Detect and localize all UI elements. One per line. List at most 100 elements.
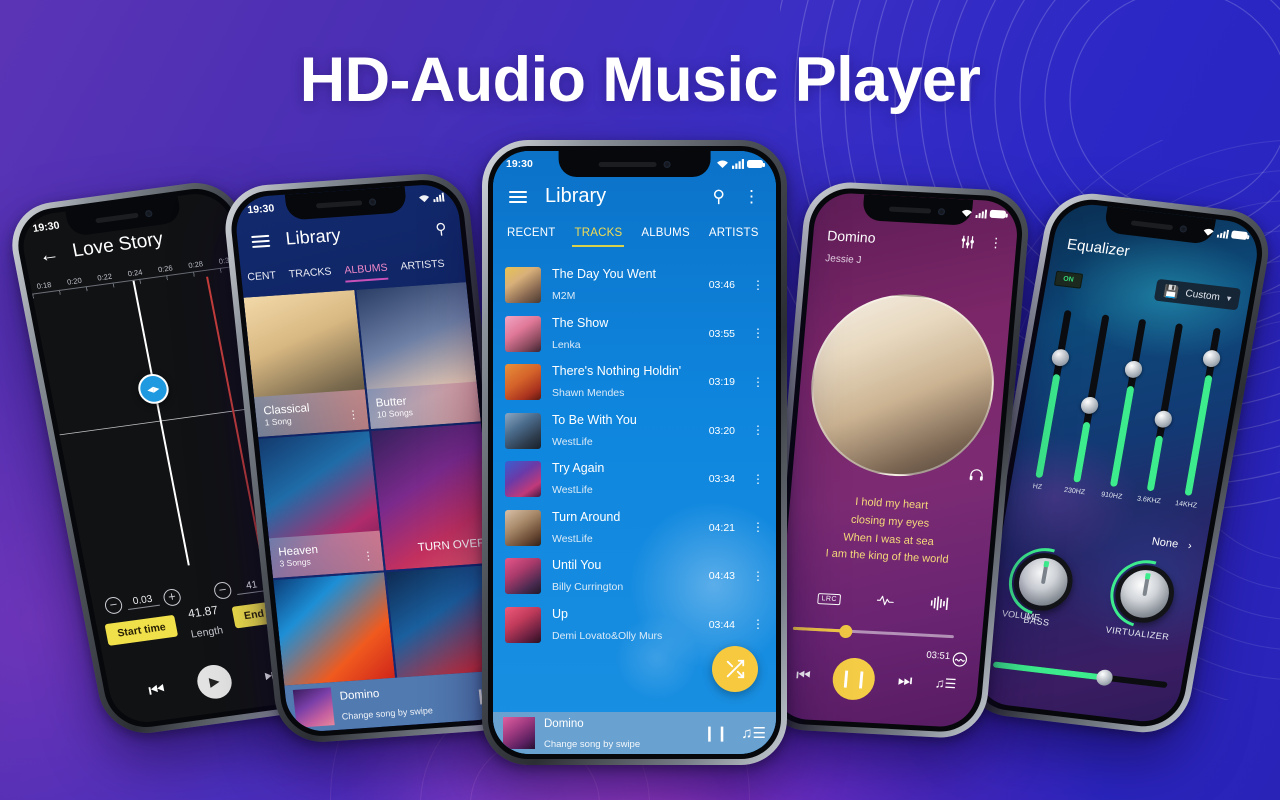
table-row[interactable]: Up Demi Lovato&Olly Murs 03:44 ⋮ (493, 601, 776, 650)
eq-slider-knob[interactable] (1050, 347, 1071, 367)
pause-icon[interactable]: ❙❙ (831, 656, 878, 702)
bass-knob[interactable] (997, 536, 1090, 628)
track-artist: WestLife (552, 484, 593, 497)
start-time-button[interactable]: Start time (104, 614, 179, 646)
more-vertical-icon[interactable]: ⋮ (743, 187, 760, 207)
eq-slider-track[interactable] (1184, 327, 1222, 496)
album-card[interactable]: TURN OVER (370, 423, 496, 571)
more-vertical-icon[interactable]: ⋮ (347, 409, 359, 422)
phone-now-playing: Domino Jessie J ⋮ I hold my heart closin… (759, 180, 1032, 740)
track-duration: 03:20 (708, 424, 735, 437)
eq-slider-knob[interactable] (1124, 360, 1144, 379)
ruler-tick: 0:26 (157, 263, 174, 275)
now-playing-art (292, 687, 335, 728)
more-vertical-icon[interactable]: ⋮ (362, 550, 374, 563)
equalizer-sliders-icon[interactable] (960, 234, 976, 250)
now-playing-bar[interactable]: Domino Change song by swipe ❙❙ ♫☰ (493, 712, 776, 754)
ruler-tick: 0:20 (66, 275, 83, 287)
table-row[interactable]: The Show Lenka 03:55 ⋮ (493, 310, 776, 359)
tab-albums[interactable]: ALBUMS (344, 262, 388, 277)
eq-slider-track[interactable] (1035, 309, 1072, 479)
waveform-icon[interactable] (876, 593, 895, 611)
track-title: Up (552, 606, 568, 621)
track-title: Try Again (552, 461, 605, 476)
status-time: 19:30 (31, 219, 61, 235)
status-time: 19:30 (246, 202, 275, 217)
album-card[interactable]: Heaven 3 Songs ⋮ (258, 431, 384, 579)
virtualizer-knob[interactable] (1098, 548, 1191, 640)
tab-recent[interactable]: RECENT (507, 227, 555, 239)
eq-slider-knob[interactable] (1079, 395, 1100, 415)
visualizer-bars-icon[interactable] (930, 596, 949, 614)
more-vertical-icon[interactable]: ⋮ (752, 376, 764, 387)
track-artist: WestLife (552, 435, 593, 448)
album-art-circle (803, 289, 1001, 481)
hamburger-menu-icon[interactable] (509, 188, 527, 206)
search-icon[interactable]: ⚲ (713, 187, 725, 207)
seek-knob[interactable] (838, 624, 854, 638)
more-vertical-icon[interactable]: ⋮ (752, 522, 764, 533)
player-feature-icons: LRC (781, 588, 985, 616)
headphone-icon[interactable] (968, 468, 984, 485)
table-row[interactable]: The Day You Went M2M 03:46 ⋮ (493, 261, 776, 310)
search-icon[interactable]: ⚲ (434, 219, 448, 238)
pause-icon[interactable]: ❙❙ (703, 724, 728, 742)
eq-slider-track[interactable] (1072, 314, 1110, 483)
eq-slider-track[interactable] (1147, 323, 1184, 492)
equalizer-toggle[interactable]: ON (1053, 270, 1083, 289)
eq-slider-knob[interactable] (1153, 409, 1174, 429)
table-row[interactable]: Until You Billy Currington 04:43 ⋮ (493, 552, 776, 601)
eq-band-label: 3.6KHZ (1136, 495, 1162, 506)
skip-previous-icon[interactable]: ⏮ (795, 667, 811, 686)
now-playing-art (503, 717, 535, 749)
song-artist: Jessie J (824, 252, 862, 266)
table-row[interactable]: There's Nothing Holdin' Shawn Mendes 03:… (493, 358, 776, 407)
more-vertical-icon[interactable]: ⋮ (752, 425, 764, 436)
track-duration: 04:43 (708, 570, 735, 583)
phone-tracks: 19:30 Library ⚲ ⋮ RECENT TRACKS ALBUMS A… (482, 140, 787, 765)
table-row[interactable]: Turn Around WestLife 04:21 ⋮ (493, 504, 776, 553)
chevron-down-icon[interactable]: ▾ (1226, 293, 1232, 304)
wifi-icon (961, 209, 972, 217)
skip-next-icon[interactable]: ⏭ (897, 672, 913, 691)
tab-artists[interactable]: ARTISTS (400, 258, 445, 273)
more-vertical-icon[interactable]: ⋮ (989, 235, 1003, 252)
playlist-icon[interactable]: ♫☰ (934, 675, 957, 692)
more-vertical-icon[interactable]: ⋮ (752, 473, 764, 484)
tab-albums[interactable]: ALBUMS (641, 227, 690, 239)
lrc-toggle[interactable]: LRC (817, 593, 842, 606)
tab-tracks[interactable]: TRACKS (288, 266, 332, 281)
album-card[interactable] (273, 572, 399, 686)
hamburger-menu-icon[interactable] (251, 231, 271, 250)
more-vertical-icon[interactable]: ⋮ (752, 619, 764, 630)
table-row[interactable]: Try Again WestLife 03:34 ⋮ (493, 455, 776, 504)
eq-band-label: HZ (1032, 483, 1043, 492)
arrow-left-icon[interactable]: ← (37, 243, 61, 267)
save-icon[interactable]: 💾 (1162, 284, 1179, 300)
more-vertical-icon[interactable]: ⋮ (752, 328, 764, 339)
eq-slider-knob[interactable] (1201, 348, 1222, 368)
tab-artists[interactable]: ARTISTS (709, 227, 759, 239)
more-vertical-icon[interactable]: ⋮ (752, 570, 764, 581)
wifi-icon (418, 194, 429, 202)
skip-previous-icon[interactable]: ⏮ (147, 678, 167, 701)
tab-recent[interactable]: CENT (247, 269, 277, 283)
track-duration: 03:34 (708, 473, 735, 486)
tab-tracks[interactable]: TRACKS (572, 227, 625, 247)
shuffle-icon[interactable] (712, 646, 758, 692)
seek-bar[interactable] (792, 624, 954, 639)
eq-slider-track[interactable] (1109, 318, 1147, 488)
eq-band-label: 14KHZ (1174, 500, 1198, 510)
track-list: The Day You Went M2M 03:46 ⋮ The Show Le… (493, 261, 776, 712)
eq-slider-fill (1184, 374, 1213, 496)
ruler-tick: 0:18 (35, 280, 53, 291)
play-icon[interactable]: ▶ (194, 662, 235, 701)
album-card[interactable]: Classical 1 Song ⋮ (243, 289, 369, 437)
playlist-icon[interactable]: ♫☰ (741, 724, 766, 742)
sleep-timer-icon[interactable] (951, 651, 969, 671)
table-row[interactable]: To Be With You WestLife 03:20 ⋮ (493, 407, 776, 456)
more-vertical-icon[interactable]: ⋮ (752, 279, 764, 290)
battery-icon (989, 209, 1007, 219)
album-card[interactable]: Butter 10 Songs (355, 282, 481, 430)
eq-slider-fill (1147, 435, 1164, 492)
